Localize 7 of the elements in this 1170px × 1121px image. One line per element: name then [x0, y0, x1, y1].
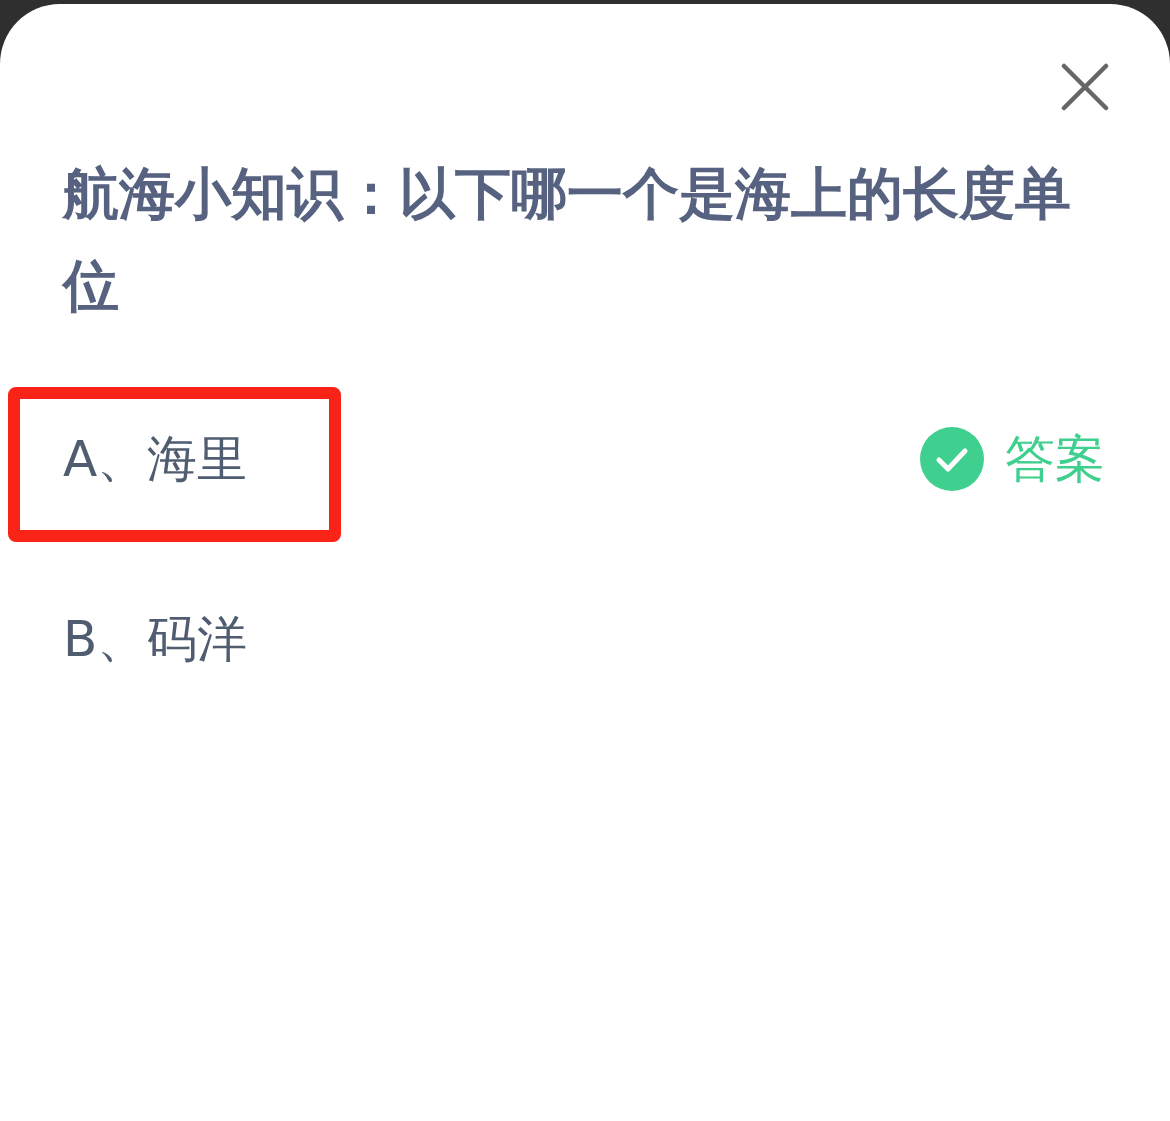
check-circle-icon — [920, 427, 984, 491]
close-icon — [1061, 63, 1109, 111]
question-title: 航海小知识：以下哪一个是海上的长度单位 — [63, 160, 1072, 320]
option-text[interactable]: B、码洋 — [63, 607, 248, 671]
answer-label: 答案 — [1005, 429, 1105, 490]
option-text[interactable]: A、海里 — [63, 427, 248, 491]
close-button[interactable] — [1060, 62, 1110, 112]
